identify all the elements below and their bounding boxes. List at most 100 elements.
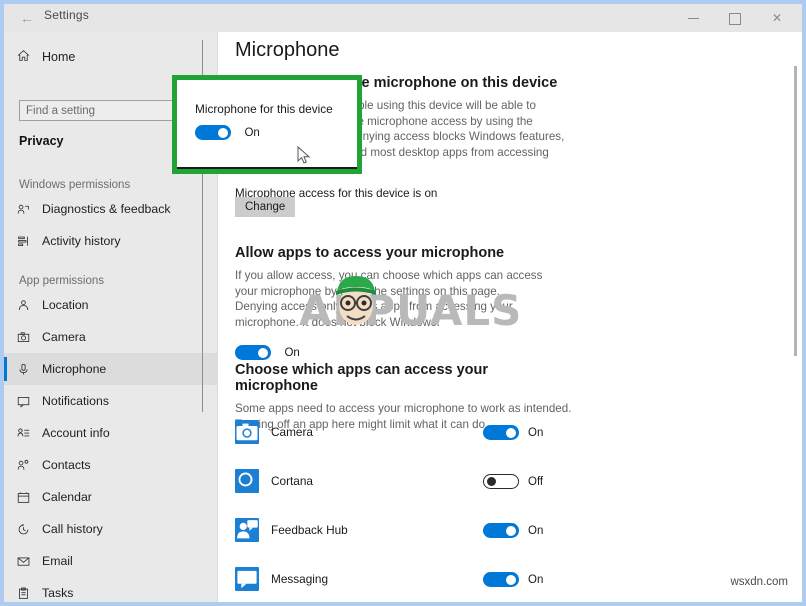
app-toggle-state: On — [528, 524, 544, 537]
app-toggle-state: On — [528, 573, 544, 586]
app-row: Feedback Hub On — [235, 518, 763, 552]
sidebar-item-contacts[interactable]: Contacts — [4, 449, 218, 481]
minimize-icon — [687, 18, 699, 20]
app-name: Camera — [271, 425, 313, 439]
sidebar-item-home[interactable]: Home — [4, 42, 218, 72]
choose-apps-heading: Choose which apps can access your microp… — [235, 362, 489, 394]
app-row: Messaging On — [235, 567, 763, 601]
microphone-device-callout: Microphone for this device On — [172, 75, 362, 174]
callout-underline — [177, 167, 357, 169]
app-toggle-row[interactable]: On — [483, 522, 543, 540]
location-icon — [4, 289, 42, 321]
sidebar-item-label: Microphone — [42, 362, 107, 376]
toggle-knob — [487, 477, 496, 487]
sidebar-item-label: Calendar — [42, 490, 92, 504]
app-toggle[interactable] — [483, 425, 519, 441]
sidebar-item-activity-history[interactable]: Activity history — [4, 225, 218, 257]
allow-apps-heading: Allow apps to access your microphone — [235, 245, 505, 261]
app-name: Cortana — [271, 474, 313, 488]
feedback-hub-app-icon — [235, 518, 259, 542]
wsxdn-watermark: wsxdn.com — [730, 576, 788, 588]
callout-inner: Microphone for this device On — [177, 80, 357, 169]
tasks-icon — [4, 577, 42, 602]
maximize-icon — [729, 12, 741, 25]
app-toggle-row[interactable]: On — [483, 571, 543, 589]
toggle-knob — [506, 574, 516, 585]
allow-apps-toggle-row[interactable]: On — [235, 344, 545, 362]
app-row: Cortana Off — [235, 469, 763, 503]
diagnostics-icon — [4, 193, 42, 225]
sidebar-item-calendar[interactable]: Calendar — [4, 481, 218, 513]
account-info-icon — [4, 417, 42, 449]
email-icon — [4, 545, 42, 577]
messaging-app-icon — [235, 567, 259, 591]
microphone-icon — [4, 353, 42, 385]
sidebar-category-title: Privacy — [19, 134, 64, 148]
allow-apps-toggle-state: On — [284, 346, 300, 359]
sidebar-item-label: Tasks — [42, 586, 74, 600]
sidebar-item-label: Camera — [42, 330, 86, 344]
sidebar-item-label: Call history — [42, 522, 103, 536]
app-toggle-state: Off — [528, 475, 544, 488]
sidebar-item-notifications[interactable]: Notifications — [4, 385, 218, 417]
home-icon — [4, 49, 42, 65]
app-toggle[interactable] — [483, 474, 519, 490]
sidebar-item-label: Diagnostics & feedback — [42, 202, 171, 216]
sidebar-item-label: Account info — [42, 426, 110, 440]
sidebar-group-windows-permissions: Windows permissions — [19, 179, 131, 191]
callout-title: Microphone for this device — [195, 102, 333, 116]
sidebar-item-account-info[interactable]: Account info — [4, 417, 218, 449]
page-title: Microphone — [235, 39, 340, 61]
sidebar-app-permissions-list: Location Camera Microphone Notifications Acc… — [4, 289, 218, 602]
app-toggle[interactable] — [483, 523, 519, 539]
sidebar-item-diagnostics-feedback[interactable]: Diagnostics & feedback — [4, 193, 218, 225]
sidebar-item-label: Email — [42, 554, 73, 568]
call-history-icon — [4, 513, 42, 545]
camera-app-icon — [235, 420, 259, 444]
app-name: Feedback Hub — [271, 523, 348, 537]
close-button[interactable]: ✕ — [756, 4, 798, 32]
notifications-icon — [4, 385, 42, 417]
sidebar-item-label: Location — [42, 298, 89, 312]
app-toggle[interactable] — [483, 572, 519, 588]
app-toggle-state: On — [528, 426, 544, 439]
cortana-app-icon — [235, 469, 259, 493]
sidebar-group-app-permissions: App permissions — [19, 275, 105, 287]
sidebar-item-email[interactable]: Email — [4, 545, 218, 577]
sidebar-windows-permissions-list: Diagnostics & feedback Activity history — [4, 193, 218, 257]
change-button[interactable]: Change — [235, 197, 296, 217]
contacts-icon — [4, 449, 42, 481]
callout-toggle-row[interactable]: On — [195, 124, 260, 142]
app-name: Messaging — [271, 572, 329, 586]
maximize-button[interactable] — [714, 4, 756, 32]
minimize-button[interactable] — [672, 4, 714, 32]
toggle-knob — [506, 427, 516, 438]
sidebar-item-microphone[interactable]: Microphone — [4, 353, 218, 385]
calendar-icon — [4, 481, 42, 513]
allow-apps-toggle[interactable] — [235, 345, 271, 361]
app-toggle-row[interactable]: On — [483, 424, 543, 442]
sidebar-item-camera[interactable]: Camera — [4, 321, 218, 353]
toggle-knob — [506, 525, 516, 536]
app-row: Camera On — [235, 420, 763, 454]
main-scrollbar[interactable] — [794, 66, 797, 356]
microphone-device-toggle[interactable] — [195, 125, 231, 141]
toggle-knob — [218, 127, 228, 138]
sidebar-item-label: Activity history — [42, 234, 121, 248]
toggle-knob — [258, 347, 268, 358]
mouse-cursor-icon — [297, 146, 311, 164]
app-toggle-row[interactable]: Off — [483, 473, 543, 491]
sidebar-item-call-history[interactable]: Call history — [4, 513, 218, 545]
sidebar-item-label: Notifications — [42, 394, 109, 408]
title-bar: ← Settings ✕ — [4, 4, 802, 32]
allow-apps-section: Allow apps to access your microphone If … — [235, 245, 545, 362]
sidebar-item-tasks[interactable]: Tasks — [4, 577, 218, 602]
allow-apps-body: If you allow access, you can choose whic… — [235, 269, 543, 329]
camera-icon — [4, 321, 42, 353]
back-arrow-icon[interactable]: ← — [18, 9, 36, 27]
window-title: Settings — [44, 8, 89, 22]
sidebar-home-label: Home — [42, 50, 76, 64]
settings-window: ← Settings ✕ Home Privacy Windows permis… — [0, 0, 806, 606]
sidebar-item-location[interactable]: Location — [4, 289, 218, 321]
callout-toggle-state: On — [244, 126, 260, 139]
